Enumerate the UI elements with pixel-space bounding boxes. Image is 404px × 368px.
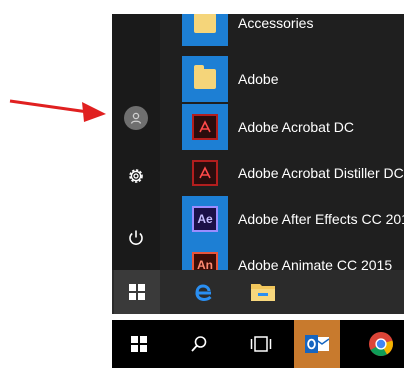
app-item-adobe-acrobat-dc[interactable]: Adobe Acrobat DC — [182, 104, 404, 150]
settings-button[interactable] — [112, 154, 160, 198]
start-button[interactable] — [116, 320, 162, 368]
after-effects-icon: Ae — [192, 206, 218, 232]
folder-icon — [194, 65, 216, 89]
user-account-button[interactable] — [112, 96, 160, 140]
app-item-accessories[interactable]: Accessories — [182, 14, 404, 46]
search-icon — [191, 336, 207, 352]
app-label: Adobe Acrobat Distiller DC — [238, 165, 404, 181]
start-menu-rail — [112, 14, 160, 270]
app-list: Accessories Adobe Adobe Acrobat DC Adobe… — [182, 14, 404, 270]
user-avatar-icon — [124, 106, 148, 130]
app-tile — [182, 104, 228, 150]
app-item-adobe-animate[interactable]: An Adobe Animate CC 2015 — [182, 242, 404, 270]
taskbar — [112, 320, 404, 368]
app-tile — [182, 56, 228, 102]
annotation-arrow-icon — [9, 99, 106, 122]
app-tile — [182, 150, 228, 196]
app-item-adobe-acrobat-distiller-dc[interactable]: Adobe Acrobat Distiller DC — [182, 150, 404, 196]
chrome-button[interactable] — [358, 320, 404, 368]
edge-icon — [195, 284, 212, 302]
app-item-adobe-after-effects[interactable]: Ae Adobe After Effects CC 2015 — [182, 196, 404, 242]
app-label: Adobe Acrobat DC — [238, 119, 354, 135]
chrome-icon — [369, 332, 393, 357]
file-explorer-icon — [251, 284, 275, 301]
app-item-adobe[interactable]: Adobe — [182, 56, 404, 102]
folder-icon — [194, 14, 216, 33]
search-button[interactable] — [176, 320, 222, 368]
windows-logo-icon — [129, 284, 145, 300]
task-view-icon — [250, 336, 272, 352]
task-view-button[interactable] — [238, 320, 284, 368]
acrobat-distiller-icon — [192, 160, 218, 186]
outlook-button[interactable] — [294, 320, 340, 368]
app-tile: An — [182, 242, 228, 270]
gear-icon — [129, 169, 143, 183]
app-tile: Ae — [182, 196, 228, 242]
animate-icon: An — [192, 252, 218, 270]
start-menu: Accessories Adobe Adobe Acrobat DC Adobe… — [112, 14, 404, 270]
app-tile — [182, 14, 228, 46]
outlook-icon — [305, 335, 330, 353]
power-button[interactable] — [112, 216, 160, 260]
app-label: Accessories — [238, 15, 314, 31]
app-label: Adobe — [238, 71, 279, 87]
pinned-file-explorer[interactable] — [240, 270, 286, 314]
windows-logo-icon — [131, 336, 147, 352]
app-label: Adobe Animate CC 2015 — [238, 257, 393, 270]
pinned-row — [112, 270, 404, 314]
power-icon — [129, 230, 143, 245]
pinned-edge[interactable] — [180, 270, 226, 314]
pinned-start[interactable] — [114, 270, 160, 314]
acrobat-icon — [192, 114, 218, 140]
app-label: Adobe After Effects CC 2015 — [238, 211, 404, 227]
